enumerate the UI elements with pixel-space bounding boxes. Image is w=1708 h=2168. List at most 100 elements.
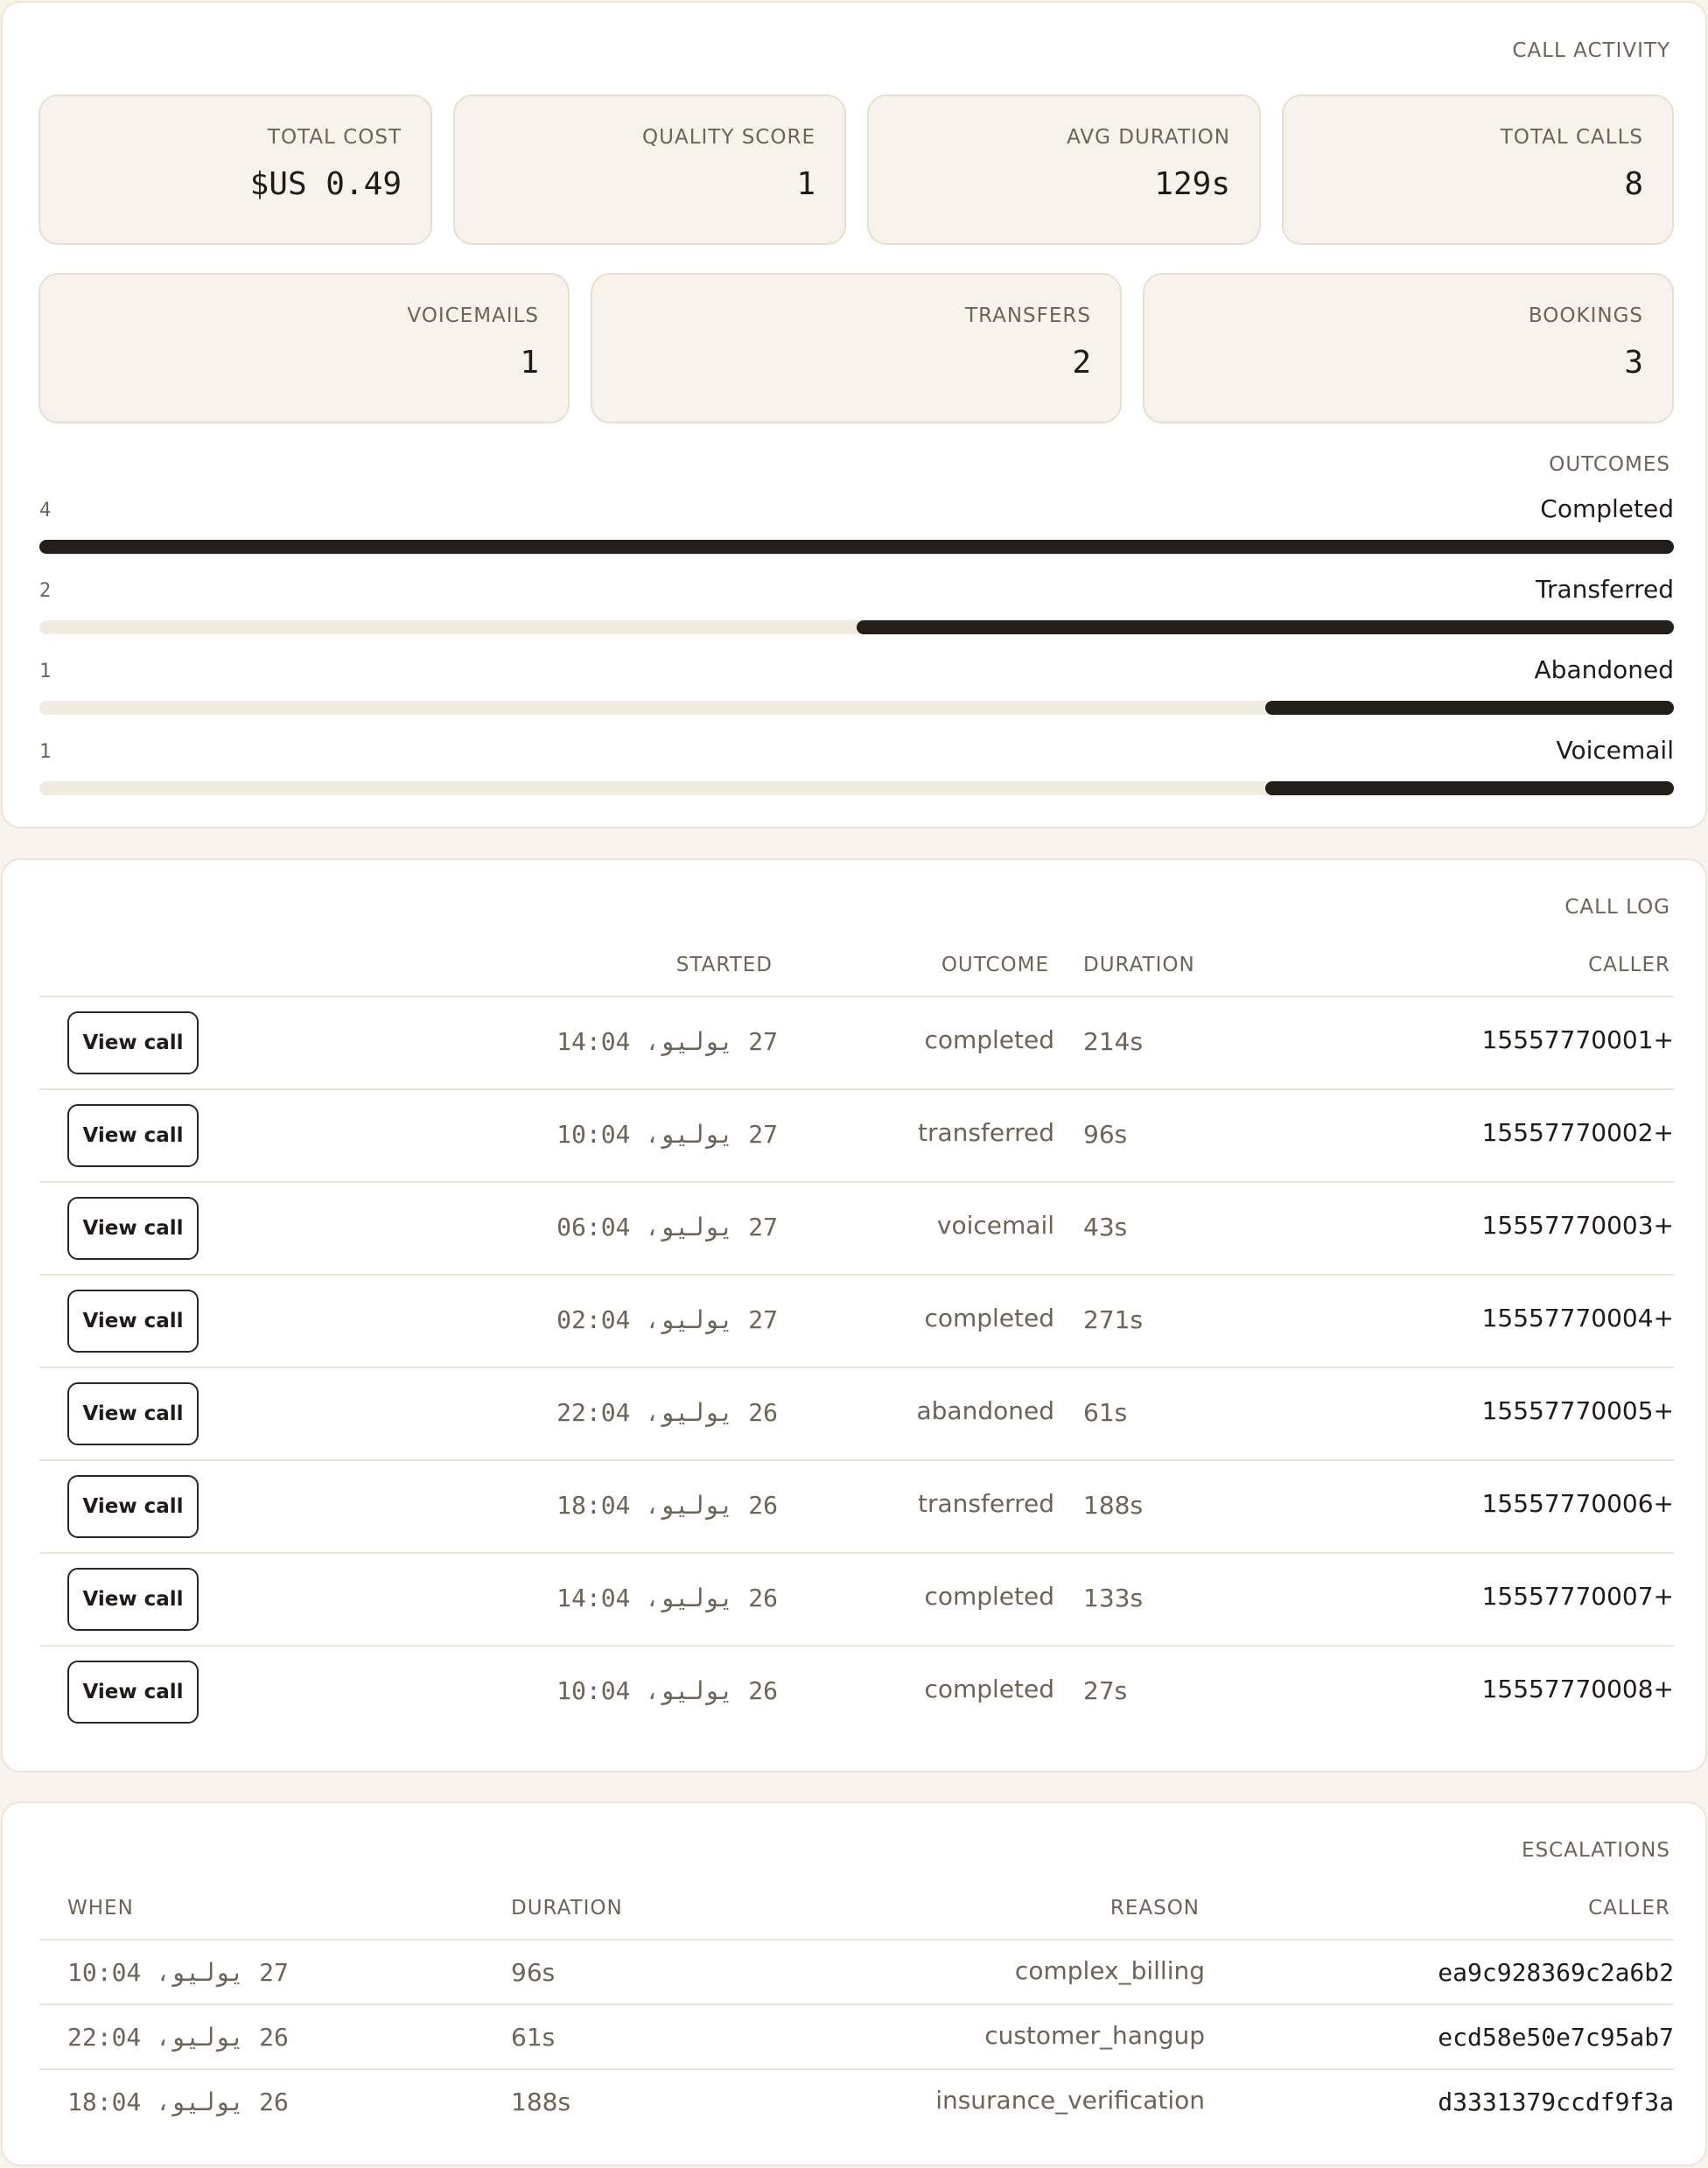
stat-label: TRANSFERS — [965, 304, 1091, 327]
table-row: View call 27 يوليو، 10:04 transferred 96s 15… — [39, 1088, 1674, 1181]
cell-reason: customer_hangup — [984, 2021, 1205, 2050]
outcome-bar-fill — [857, 620, 1674, 634]
outcomes-title: OUTCOMES — [1549, 453, 1670, 476]
outcome-bar-fill — [1265, 701, 1674, 715]
table-row: View call 26 يوليو، 10:04 completed 27s 1555… — [39, 1645, 1674, 1738]
cell-outcome: completed — [924, 1025, 1054, 1054]
column-header-started: STARTED — [676, 954, 773, 976]
stat-value: 1 — [796, 166, 816, 202]
cell-started: 27 يوليو، 14:04 — [556, 1027, 778, 1056]
cell-duration: 188s — [511, 2088, 571, 2116]
stat-total-cost: TOTAL COST $US 0.49 — [38, 94, 432, 245]
stat-label: AVG DURATION — [1067, 126, 1230, 149]
outcome-transferred: 2 Transferred — [39, 575, 1674, 641]
column-header-when: WHEN — [67, 1897, 134, 1920]
view-call-button[interactable]: View call — [67, 1382, 199, 1445]
escalations-card: ESCALATIONS WHEN DURATION REASON CALLER … — [1, 1801, 1707, 2166]
view-call-button[interactable]: View call — [67, 1011, 199, 1074]
cell-when: 26 يوليو، 22:04 — [67, 2023, 289, 2052]
cell-when: 27 يوليو، 10:04 — [67, 1958, 289, 1987]
view-call-button[interactable]: View call — [67, 1475, 199, 1538]
call-activity-title: CALL ACTIVITY — [1512, 39, 1670, 62]
outcome-abandoned: 1 Abandoned — [39, 655, 1674, 722]
stat-label: TOTAL COST — [267, 126, 402, 149]
stat-quality-score: QUALITY SCORE 1 — [453, 94, 846, 245]
cell-duration: 96s — [1083, 1120, 1128, 1149]
call-log-title: CALL LOG — [1564, 896, 1670, 919]
cell-caller: ecd58e50e7c95ab7 — [1438, 2023, 1674, 2052]
outcome-count: 1 — [39, 661, 52, 682]
table-row: View call 26 يوليو، 14:04 completed 133s 155… — [39, 1552, 1674, 1645]
cell-when: 26 يوليو، 18:04 — [67, 2088, 289, 2116]
table-row: 26 يوليو، 18:04 188s insurance_verificatio… — [39, 2068, 1674, 2133]
stat-voicemails: VOICEMAILS 1 — [38, 273, 570, 423]
outcome-bar-track — [39, 701, 1674, 715]
cell-started: 27 يوليو، 06:04 — [556, 1213, 778, 1241]
view-call-button[interactable]: View call — [67, 1661, 199, 1724]
view-call-button[interactable]: View call — [67, 1290, 199, 1353]
cell-started: 26 يوليو، 14:04 — [556, 1584, 778, 1612]
outcome-bar-track — [39, 620, 1674, 634]
cell-outcome: completed — [924, 1304, 1054, 1332]
table-row: 26 يوليو، 22:04 61s customer_hangup ecd58e5… — [39, 2004, 1674, 2068]
stat-value: 129s — [1154, 166, 1230, 202]
stat-label: QUALITY SCORE — [642, 126, 816, 149]
cell-caller: d3331379ccdf9f3a — [1438, 2088, 1674, 2116]
table-row: View call 27 يوليو، 14:04 completed 214s 155… — [39, 996, 1674, 1088]
column-header-caller: CALLER — [1588, 1897, 1670, 1920]
outcome-bar-fill — [39, 540, 1674, 554]
stat-value: 1 — [520, 345, 539, 381]
cell-started: 27 يوليو، 10:04 — [556, 1120, 778, 1149]
cell-caller: 15557770006+ — [1481, 1489, 1674, 1518]
cell-outcome: voicemail — [936, 1211, 1054, 1240]
column-header-reason: REASON — [1110, 1897, 1200, 1920]
cell-caller: 15557770003+ — [1481, 1211, 1674, 1240]
table-row: 27 يوليو، 10:04 96s complex_billing ea9c928… — [39, 1939, 1674, 2004]
view-call-button[interactable]: View call — [67, 1568, 199, 1631]
cell-started: 26 يوليو، 22:04 — [556, 1398, 778, 1427]
stat-label: TOTAL CALLS — [1500, 126, 1643, 149]
stat-value: 3 — [1624, 345, 1643, 381]
cell-reason: complex_billing — [1014, 1956, 1205, 1985]
table-row: View call 26 يوليو، 18:04 transferred 188s 1… — [39, 1459, 1674, 1552]
column-header-duration: DURATION — [511, 1897, 623, 1920]
cell-duration: 43s — [1083, 1213, 1128, 1241]
cell-duration: 27s — [1083, 1676, 1128, 1705]
outcome-bar-track — [39, 781, 1674, 795]
cell-duration: 188s — [1083, 1491, 1144, 1520]
cell-duration: 214s — [1083, 1027, 1144, 1056]
cell-outcome: completed — [924, 1582, 1054, 1611]
view-call-button[interactable]: View call — [67, 1104, 199, 1167]
cell-caller: 15557770001+ — [1481, 1025, 1674, 1054]
cell-outcome: abandoned — [916, 1396, 1055, 1425]
cell-outcome: transferred — [918, 1489, 1054, 1518]
stat-transfers: TRANSFERS 2 — [591, 273, 1122, 423]
stat-label: BOOKINGS — [1528, 304, 1643, 327]
outcome-name: Transferred — [1536, 575, 1674, 604]
stat-bookings: BOOKINGS 3 — [1143, 273, 1674, 423]
stat-total-calls: TOTAL CALLS 8 — [1282, 94, 1674, 245]
view-call-button[interactable]: View call — [67, 1197, 199, 1260]
stat-value: $US 0.49 — [249, 166, 402, 202]
cell-started: 26 يوليو، 10:04 — [556, 1676, 778, 1705]
column-header-outcome: OUTCOME — [941, 954, 1049, 976]
outcome-name: Abandoned — [1534, 655, 1674, 684]
outcome-name: Voicemail — [1556, 736, 1674, 765]
cell-duration: 133s — [1083, 1584, 1144, 1612]
stat-value: 2 — [1072, 345, 1091, 381]
cell-caller: 15557770008+ — [1481, 1675, 1674, 1703]
call-activity-card: CALL ACTIVITY TOTAL COST $US 0.49 QUALIT… — [1, 1, 1707, 829]
cell-duration: 61s — [511, 2023, 556, 2052]
column-header-duration: DURATION — [1083, 954, 1195, 976]
cell-duration: 271s — [1083, 1305, 1144, 1334]
cell-started: 26 يوليو، 18:04 — [556, 1491, 778, 1520]
stat-label: VOICEMAILS — [407, 304, 539, 327]
outcome-count: 2 — [39, 580, 52, 602]
outcome-bar-track — [39, 540, 1674, 554]
table-row: View call 26 يوليو، 22:04 abandoned 61s 1555… — [39, 1367, 1674, 1459]
stat-value: 8 — [1624, 166, 1643, 202]
column-header-caller: CALLER — [1588, 954, 1670, 976]
stat-avg-duration: AVG DURATION 129s — [867, 94, 1261, 245]
cell-duration: 61s — [1083, 1398, 1128, 1427]
outcome-voicemail: 1 Voicemail — [39, 736, 1674, 802]
